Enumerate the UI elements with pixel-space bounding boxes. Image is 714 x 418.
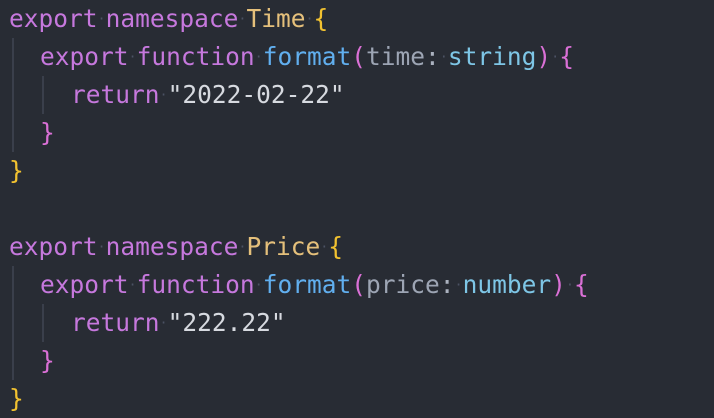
keyword-export: export: [9, 232, 98, 261]
keyword-function: function: [136, 42, 255, 71]
keyword-export: export: [40, 270, 129, 299]
code-line-3: return·"2022-02-22": [0, 76, 714, 114]
keyword-return: return: [71, 80, 160, 109]
function-close-brace: }: [40, 118, 55, 147]
code-editor[interactable]: export·namespace·Time·{ export·function·…: [0, 0, 714, 417]
open-brace: {: [328, 232, 344, 261]
code-line-8: export·function·format(price:·number)·{: [0, 266, 714, 304]
indent-guide: [12, 114, 14, 152]
code-line-1: export·namespace·Time·{: [9, 4, 329, 33]
code-line-2: export·function·format(time:·string)·{: [0, 38, 714, 76]
open-paren: (: [351, 270, 366, 299]
indent-guide: [12, 38, 14, 76]
indent-guide: [12, 76, 14, 114]
open-paren: (: [351, 42, 366, 71]
param-colon: :: [424, 42, 440, 71]
parameter-name: time: [365, 42, 425, 71]
function-open-brace: {: [559, 42, 574, 71]
return-string: "2022-02-22": [167, 80, 345, 109]
function-open-brace: {: [573, 270, 589, 299]
function-close-brace: }: [40, 346, 55, 375]
indent-guide: [12, 266, 14, 304]
param-colon: :: [439, 270, 455, 299]
code-line-11: }: [0, 380, 714, 418]
keyword-namespace: namespace: [105, 4, 239, 33]
code-line-7: export·namespace·Price·{: [9, 232, 344, 261]
indent-guide: [42, 76, 44, 114]
keyword-return: return: [71, 308, 160, 337]
parameter-name: price: [365, 270, 440, 299]
close-paren: ): [536, 42, 552, 71]
function-name: format: [262, 270, 352, 299]
code-line-5: }: [0, 152, 714, 190]
keyword-function: function: [136, 270, 255, 299]
keyword-namespace: namespace: [105, 232, 239, 261]
return-string: "222.22": [167, 308, 286, 337]
close-brace: }: [9, 384, 24, 413]
indent-guide: [12, 304, 14, 342]
indent-guide: [42, 304, 44, 342]
keyword-export: export: [40, 42, 129, 71]
function-name: format: [262, 42, 352, 71]
code-line-4: }: [0, 114, 714, 152]
keyword-export: export: [9, 4, 98, 33]
namespace-name: Time: [246, 4, 306, 33]
indent-guide: [12, 342, 14, 380]
close-paren: ): [551, 270, 566, 299]
parameter-type: number: [462, 270, 552, 299]
code-line-10: }: [0, 342, 714, 380]
parameter-type: string: [447, 42, 537, 71]
close-brace: }: [9, 156, 24, 185]
code-line-9: return·"222.22": [0, 304, 714, 342]
open-brace: {: [313, 4, 329, 33]
namespace-name: Price: [246, 232, 321, 261]
